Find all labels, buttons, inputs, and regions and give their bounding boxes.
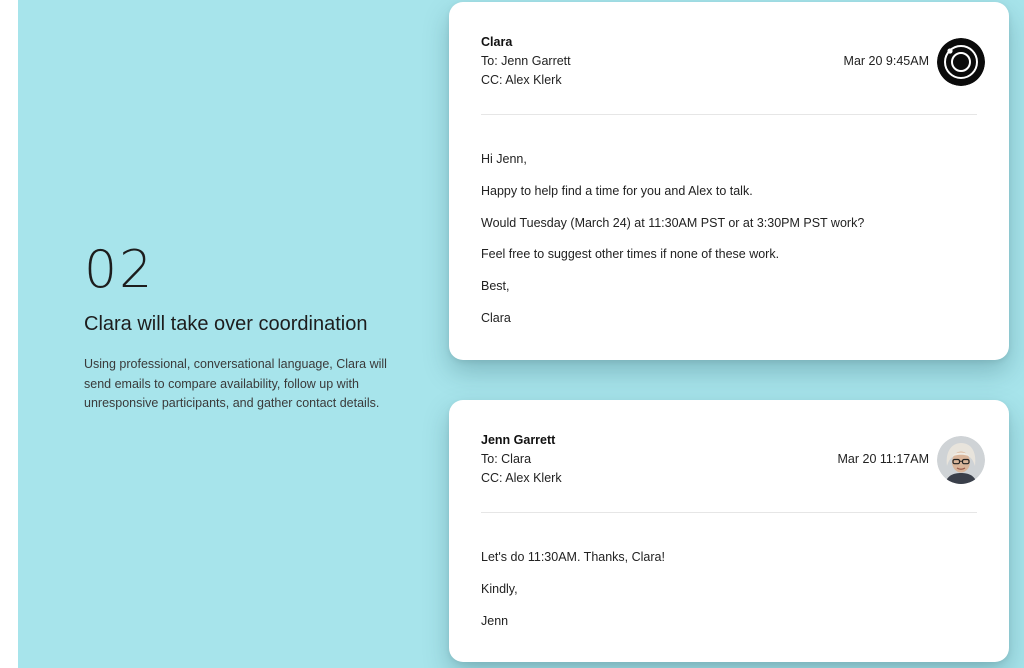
email-cc: CC: Alex Klerk bbox=[481, 73, 562, 87]
email-cc: CC: Alex Klerk bbox=[481, 471, 562, 485]
email-line: Let's do 11:30AM. Thanks, Clara! bbox=[481, 550, 665, 564]
step-number: 02 bbox=[84, 240, 155, 300]
header-divider bbox=[481, 114, 977, 115]
step-title: Clara will take over coordination bbox=[84, 313, 368, 335]
email-line: Would Tuesday (March 24) at 11:30AM PST … bbox=[481, 215, 865, 230]
header-divider bbox=[481, 512, 977, 513]
user-photo-avatar bbox=[937, 436, 985, 484]
clara-logo-icon bbox=[937, 38, 985, 86]
email-card-jenn: Jenn Garrett To: Clara CC: Alex Klerk Ma… bbox=[449, 400, 1009, 662]
email-line: Best, bbox=[481, 279, 510, 294]
email-line: Jenn bbox=[481, 613, 509, 628]
email-line: Kindly, bbox=[481, 581, 518, 596]
email-sender: Clara bbox=[481, 35, 513, 49]
email-line: Clara bbox=[481, 310, 511, 325]
email-body: Let's do 11:30AM. Thanks, Clara! Kindly,… bbox=[481, 550, 977, 645]
step-description: Using professional, conversational langu… bbox=[84, 357, 387, 410]
email-timestamp: Mar 20 11:17AM bbox=[837, 452, 929, 466]
email-card-clara: Clara To: Jenn Garrett CC: Alex Klerk Ma… bbox=[449, 2, 1009, 360]
email-body: Hi Jenn, Happy to help find a time for y… bbox=[481, 152, 977, 343]
email-line: Happy to help find a time for you and Al… bbox=[481, 183, 753, 198]
email-sender: Jenn Garrett bbox=[481, 433, 556, 447]
email-line: Hi Jenn, bbox=[481, 152, 527, 166]
email-recipient: To: Clara bbox=[481, 452, 532, 466]
email-line: Feel free to suggest other times if none… bbox=[481, 247, 780, 262]
email-timestamp: Mar 20 9:45AM bbox=[843, 54, 929, 68]
email-recipient: To: Jenn Garrett bbox=[481, 54, 571, 68]
